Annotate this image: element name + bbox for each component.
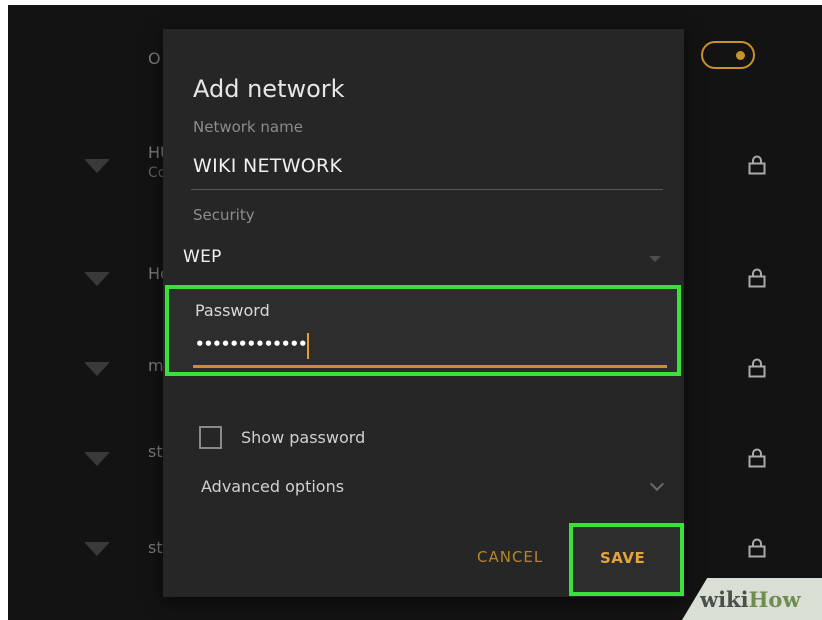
text-cursor — [307, 333, 309, 359]
dropdown-arrow-icon[interactable] — [649, 256, 661, 262]
network-name: st — [148, 538, 163, 557]
wifi-icon — [84, 159, 110, 173]
password-field-highlight[interactable]: Password ••••••••••••• — [165, 285, 681, 376]
wikihow-watermark: wikiHow — [700, 587, 801, 612]
lock-icon — [748, 268, 766, 288]
network-name: st — [148, 442, 163, 461]
lock-icon — [748, 538, 766, 558]
wifi-icon — [84, 452, 110, 466]
lock-icon — [748, 358, 766, 378]
cancel-button[interactable]: CANCEL — [477, 548, 543, 566]
show-password-label[interactable]: Show password — [241, 428, 365, 447]
settings-screen: O HU Co Ho m st st Add network Network n… — [8, 5, 822, 620]
watermark-wiki: wiki — [700, 587, 749, 612]
chevron-down-icon[interactable] — [649, 476, 665, 492]
network-name: m — [148, 356, 164, 375]
save-button-label: SAVE — [600, 549, 646, 567]
wifi-toggle[interactable] — [701, 41, 755, 69]
toggle-knob — [736, 51, 745, 60]
lock-icon — [748, 448, 766, 468]
dialog-title: Add network — [193, 75, 345, 103]
add-network-dialog: Add network Network name WIKI NETWORK Se… — [163, 29, 684, 597]
wifi-icon — [84, 542, 110, 556]
password-label: Password — [195, 301, 270, 320]
network-name-input[interactable]: WIKI NETWORK — [193, 155, 342, 177]
security-label: Security — [193, 206, 255, 224]
save-button[interactable]: SAVE — [569, 523, 684, 596]
network-name-label: Network name — [193, 118, 303, 136]
security-dropdown[interactable]: WEP — [183, 247, 222, 267]
password-input[interactable]: ••••••••••••• — [195, 335, 308, 353]
network-name-underline — [191, 189, 663, 190]
password-underline — [193, 365, 667, 368]
show-password-checkbox[interactable] — [199, 426, 222, 449]
wifi-icon — [84, 272, 110, 286]
wifi-icon — [84, 362, 110, 376]
wifi-header-label: O — [148, 49, 161, 68]
lock-icon — [748, 155, 766, 175]
watermark-how: How — [748, 587, 801, 612]
advanced-options-toggle[interactable]: Advanced options — [201, 477, 344, 496]
